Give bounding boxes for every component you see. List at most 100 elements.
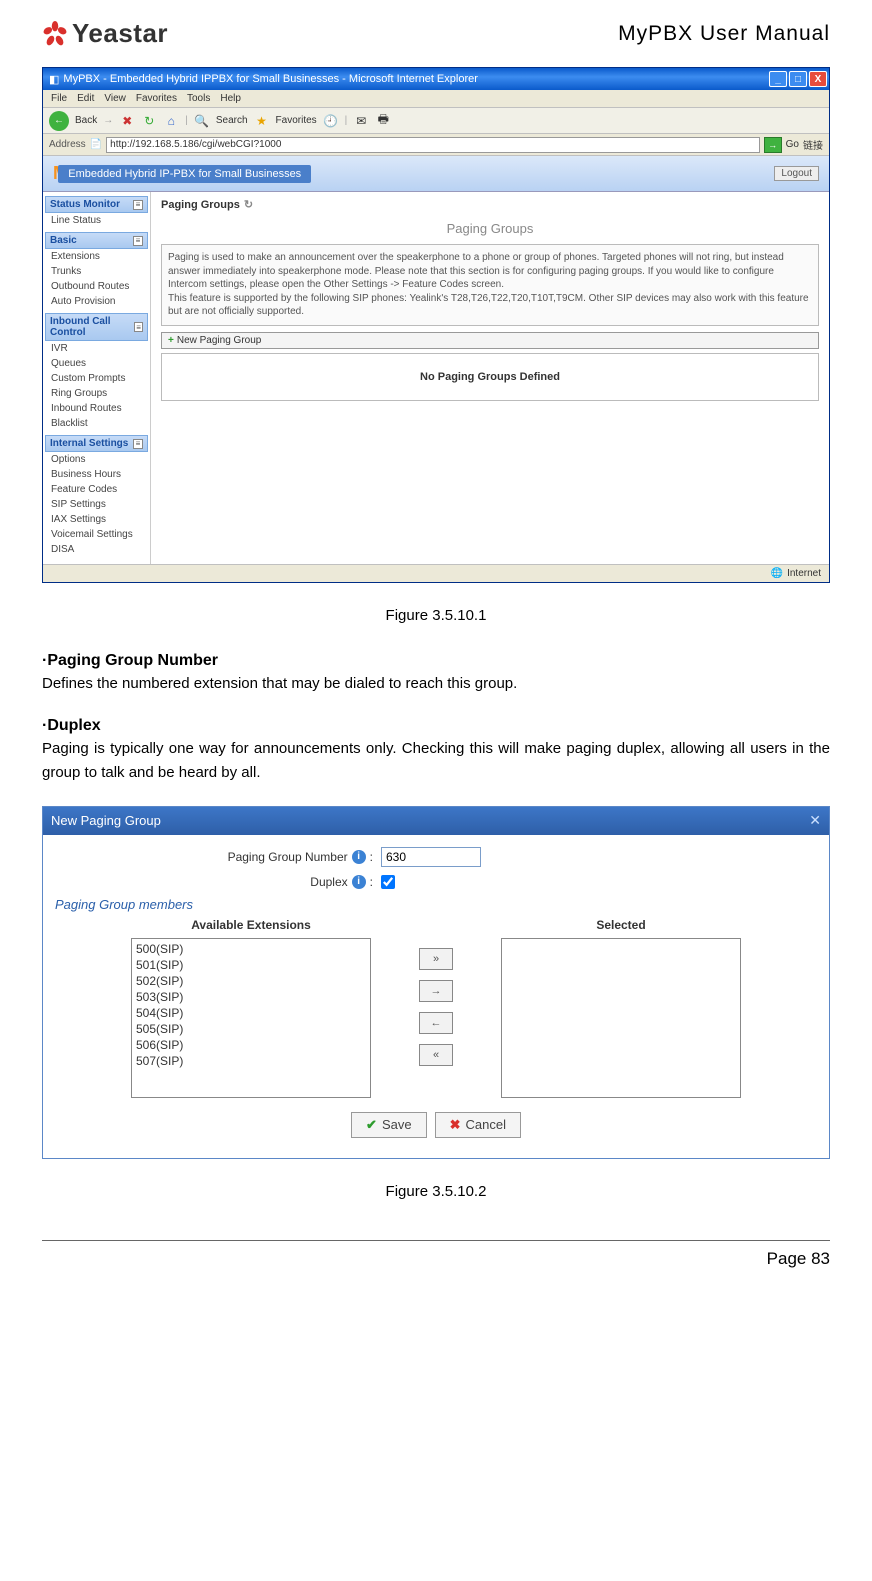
list-item[interactable]: 505(SIP)	[134, 1021, 368, 1037]
sidebar-item-sip[interactable]: SIP Settings	[45, 497, 148, 512]
app-icon: ◧	[49, 73, 59, 86]
back-button[interactable]: ←	[49, 111, 69, 131]
go-label: Go	[786, 139, 799, 150]
x-icon: ✖	[450, 1117, 461, 1133]
refresh-icon[interactable]: ↻	[244, 198, 253, 211]
yeastar-logo: Yeastar	[42, 18, 168, 49]
sidebar-item-vm[interactable]: Voicemail Settings	[45, 527, 148, 542]
move-left-button[interactable]: ←	[419, 1012, 453, 1034]
section-text-paging-number: Defines the numbered extension that may …	[42, 672, 830, 695]
figure-caption-1: Figure 3.5.10.1	[42, 607, 830, 624]
info-icon[interactable]: i	[352, 875, 366, 889]
app-header: MyPBX Embedded Hybrid IP-PBX for Small B…	[43, 156, 829, 192]
sidebar-item-ringgroups[interactable]: Ring Groups	[45, 386, 148, 401]
sidebar-item-disa[interactable]: DISA	[45, 542, 148, 557]
sidebar-item-bhours[interactable]: Business Hours	[45, 467, 148, 482]
back-label: Back	[75, 115, 97, 126]
paging-number-input[interactable]	[381, 847, 481, 867]
dialog-close-icon[interactable]: ✕	[809, 812, 821, 829]
sidebar-item-queues[interactable]: Queues	[45, 356, 148, 371]
menu-edit[interactable]: Edit	[77, 93, 94, 104]
sidebar-item-prompts[interactable]: Custom Prompts	[45, 371, 148, 386]
list-item[interactable]: 506(SIP)	[134, 1037, 368, 1053]
menu-help[interactable]: Help	[220, 93, 241, 104]
window-title: MyPBX - Embedded Hybrid IPPBX for Small …	[63, 73, 478, 85]
sidebar-item-blacklist[interactable]: Blacklist	[45, 416, 148, 431]
selected-listbox[interactable]	[501, 938, 741, 1098]
sidebar-head-status[interactable]: Status Monitor≡	[45, 196, 148, 213]
list-item[interactable]: 503(SIP)	[134, 989, 368, 1005]
footer-rule	[42, 1240, 830, 1241]
sidebar-head-basic[interactable]: Basic≡	[45, 232, 148, 249]
sidebar-item-ivr[interactable]: IVR	[45, 341, 148, 356]
menu-file[interactable]: File	[51, 93, 67, 104]
list-item[interactable]: 501(SIP)	[134, 957, 368, 973]
list-item[interactable]: 507(SIP)	[134, 1053, 368, 1069]
menu-favorites[interactable]: Favorites	[136, 93, 177, 104]
go-button[interactable]: →	[764, 137, 782, 153]
yeastar-flower-icon	[42, 21, 68, 47]
print-icon[interactable]: 🖶	[375, 113, 391, 129]
address-bar: Address 📄 http://192.168.5.186/cgi/webCG…	[43, 134, 829, 156]
move-right-button[interactable]: →	[419, 980, 453, 1002]
favorites-icon[interactable]: ★	[254, 113, 270, 129]
collapse-icon[interactable]: ≡	[134, 322, 143, 332]
move-all-right-button[interactable]: »	[419, 948, 453, 970]
panel-title: Paging Groups	[161, 213, 819, 244]
move-all-left-button[interactable]: «	[419, 1044, 453, 1066]
sidebar-item-fcodes[interactable]: Feature Codes	[45, 482, 148, 497]
sidebar-item-extensions[interactable]: Extensions	[45, 249, 148, 264]
sidebar-item-autoprovision[interactable]: Auto Provision	[45, 294, 148, 309]
address-input[interactable]: http://192.168.5.186/cgi/webCGI?1000	[106, 137, 760, 153]
sidebar-head-internal[interactable]: Internal Settings≡	[45, 435, 148, 452]
save-button[interactable]: ✔ Save	[351, 1112, 427, 1138]
menu-tools[interactable]: Tools	[187, 93, 210, 104]
separator: |	[345, 115, 348, 126]
sidebar-item-trunks[interactable]: Trunks	[45, 264, 148, 279]
available-listbox[interactable]: 500(SIP) 501(SIP) 502(SIP) 503(SIP) 504(…	[131, 938, 371, 1098]
sidebar-item-iax[interactable]: IAX Settings	[45, 512, 148, 527]
selected-heading: Selected	[596, 918, 645, 932]
mail-icon[interactable]: ✉	[353, 113, 369, 129]
close-button[interactable]: X	[809, 71, 827, 87]
section-heading-paging-number: ·Paging Group Number	[42, 652, 830, 670]
menu-view[interactable]: View	[104, 93, 126, 104]
internet-icon: 🌐	[771, 568, 783, 579]
sidebar-item-options[interactable]: Options	[45, 452, 148, 467]
sidebar-item-line-status[interactable]: Line Status	[45, 213, 148, 228]
history-icon[interactable]: 🕘	[323, 113, 339, 129]
stop-icon[interactable]: ✖	[119, 113, 135, 129]
separator: |	[185, 115, 188, 126]
list-item[interactable]: 500(SIP)	[134, 941, 368, 957]
browser-toolbar: ← Back → ✖ ↻ ⌂ | 🔍 Search ★ Favorites 🕘 …	[43, 108, 829, 134]
duplex-checkbox[interactable]	[381, 875, 395, 889]
app-tagline: Embedded Hybrid IP-PBX for Small Busines…	[58, 165, 311, 183]
browser-window: ◧ MyPBX - Embedded Hybrid IPPBX for Smal…	[42, 67, 830, 583]
page-icon: 📄	[90, 139, 102, 150]
sidebar-head-inbound[interactable]: Inbound Call Control≡	[45, 313, 148, 341]
dialog-title: New Paging Group	[51, 813, 161, 828]
label-paging-number: Paging Group Number	[228, 850, 348, 864]
collapse-icon[interactable]: ≡	[133, 439, 143, 449]
forward-button[interactable]: →	[103, 115, 113, 126]
minimize-button[interactable]: _	[769, 71, 787, 87]
logout-button[interactable]: Logout	[774, 166, 819, 181]
status-text: Internet	[787, 568, 821, 579]
refresh-icon[interactable]: ↻	[141, 113, 157, 129]
search-icon[interactable]: 🔍	[194, 113, 210, 129]
sidebar-item-outbound[interactable]: Outbound Routes	[45, 279, 148, 294]
list-item[interactable]: 504(SIP)	[134, 1005, 368, 1021]
maximize-button[interactable]: □	[789, 71, 807, 87]
list-item[interactable]: 502(SIP)	[134, 973, 368, 989]
sidebar-item-inroutes[interactable]: Inbound Routes	[45, 401, 148, 416]
links-label: 链接	[803, 137, 823, 152]
home-icon[interactable]: ⌂	[163, 113, 179, 129]
menu-bar: File Edit View Favorites Tools Help	[43, 90, 829, 108]
cancel-button[interactable]: ✖ Cancel	[435, 1112, 521, 1138]
info-icon[interactable]: i	[352, 850, 366, 864]
window-titlebar: ◧ MyPBX - Embedded Hybrid IPPBX for Smal…	[43, 68, 829, 90]
collapse-icon[interactable]: ≡	[133, 236, 143, 246]
doc-title: MyPBX User Manual	[618, 22, 830, 46]
new-paging-group-button[interactable]: + New Paging Group	[161, 332, 819, 349]
collapse-icon[interactable]: ≡	[133, 200, 143, 210]
